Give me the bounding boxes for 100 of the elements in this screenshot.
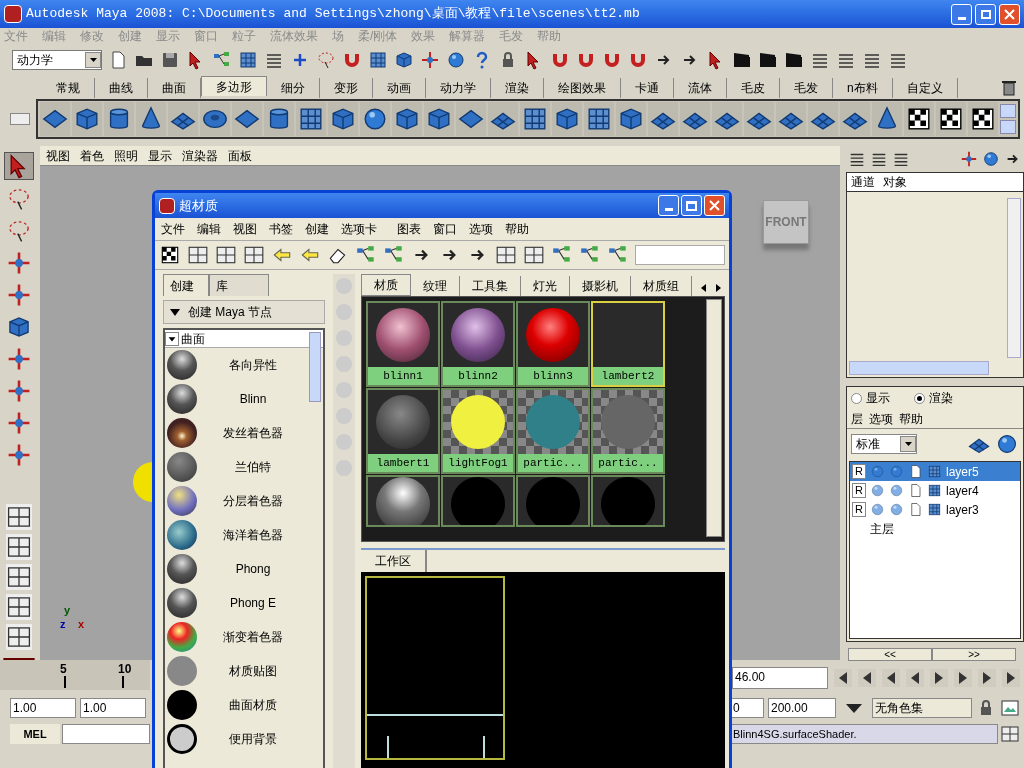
shader-node-item[interactable]: 曲面材质 — [165, 688, 309, 722]
document-icon[interactable] — [908, 502, 923, 517]
material-swatch[interactable]: partic... — [591, 388, 665, 474]
material-swatch[interactable]: lambert1 — [366, 388, 440, 474]
cube-icon[interactable] — [394, 50, 414, 70]
command-language-label[interactable]: MEL — [10, 724, 60, 744]
menu-item[interactable]: 窗口 — [433, 220, 457, 238]
layout-icon[interactable] — [243, 244, 265, 266]
render-toggle[interactable]: R — [852, 502, 866, 517]
layer-menu-item[interactable]: 选项 — [869, 409, 893, 428]
search-field[interactable] — [635, 245, 725, 265]
layout-icon[interactable] — [523, 244, 545, 266]
close-icon[interactable] — [1004, 8, 1015, 20]
range-start-field[interactable]: 1.00 — [10, 698, 76, 718]
grid-icon[interactable] — [368, 50, 388, 70]
layout-icon[interactable] — [1000, 724, 1020, 744]
close-icon[interactable] — [709, 200, 720, 211]
panel-menu-item[interactable]: 显示 — [148, 146, 172, 165]
layer-row[interactable]: R layer5 — [850, 462, 1020, 481]
move-icon[interactable] — [6, 410, 32, 436]
category-label[interactable]: 曲面 — [181, 329, 205, 348]
timeline-ruler[interactable]: 5 10 — [0, 660, 150, 690]
move-icon[interactable] — [420, 50, 440, 70]
panel-tab[interactable]: 创建 — [163, 274, 209, 296]
layout-icon[interactable] — [6, 534, 32, 560]
layout-icon[interactable] — [187, 244, 209, 266]
layer-menu-item[interactable]: 层 — [851, 409, 863, 428]
skip-forward-icon[interactable] — [1002, 669, 1020, 687]
panel-menu-item[interactable]: 着色 — [80, 146, 104, 165]
material-swatch[interactable]: blinn1 — [366, 301, 440, 387]
lasso-icon[interactable] — [6, 186, 32, 212]
save-icon[interactable] — [160, 50, 180, 70]
shader-node-item[interactable]: 各向异性 — [165, 348, 309, 382]
create-maya-nodes-button[interactable]: 创建 Maya 节点 — [163, 300, 325, 324]
layout-icon[interactable] — [6, 564, 32, 590]
menu-set-dropdown[interactable]: 动力学 — [12, 50, 102, 70]
scrollbar[interactable] — [1007, 198, 1021, 358]
layer-type-dropdown[interactable]: 标准 — [851, 434, 917, 454]
dropdown-arrow-icon[interactable] — [904, 442, 912, 446]
radio-button[interactable]: 渲染 — [914, 389, 953, 407]
grid-icon[interactable] — [927, 483, 942, 498]
cube-icon[interactable] — [6, 314, 32, 340]
material-swatch[interactable]: lambert2 — [591, 301, 665, 387]
restore-button[interactable] — [975, 3, 996, 25]
play-back-icon[interactable] — [906, 669, 924, 687]
collapse-icon[interactable] — [170, 308, 180, 316]
sphere-icon[interactable] — [982, 150, 1000, 168]
maximize-button[interactable] — [681, 195, 702, 216]
move-icon[interactable] — [960, 150, 978, 168]
shader-tab[interactable]: 材质 — [361, 274, 411, 296]
key-back-icon[interactable] — [882, 669, 900, 687]
lasso-icon[interactable] — [316, 50, 336, 70]
sphere-icon[interactable] — [446, 50, 466, 70]
layout-icon[interactable] — [6, 624, 32, 650]
move-icon[interactable] — [6, 250, 32, 276]
dropdown-arrow-icon[interactable] — [844, 702, 864, 714]
menu-item[interactable]: 选项 — [469, 220, 493, 238]
scrollbar[interactable] — [849, 361, 989, 375]
command-field[interactable] — [62, 724, 150, 744]
shader-node-item[interactable]: 材质贴图 — [165, 654, 309, 688]
playback-end-field[interactable]: 0 — [730, 698, 764, 718]
shader-node-item[interactable]: Phong — [165, 552, 309, 586]
step-forward-icon[interactable] — [978, 669, 996, 687]
move-icon[interactable] — [6, 282, 32, 308]
skip-back-icon[interactable] — [834, 669, 852, 687]
clapper-icon[interactable] — [732, 50, 752, 70]
key-forward-icon[interactable] — [954, 669, 972, 687]
document-icon[interactable] — [908, 464, 923, 479]
image-icon[interactable] — [1000, 698, 1020, 718]
step-back-icon[interactable] — [858, 669, 876, 687]
material-swatch[interactable] — [441, 475, 515, 527]
material-swatch[interactable] — [366, 475, 440, 527]
shader-node-item[interactable]: 分层着色器 — [165, 484, 309, 518]
material-swatch[interactable] — [591, 475, 665, 527]
lasso-icon[interactable] — [6, 218, 32, 244]
shelf-tab[interactable]: 多边形 — [201, 76, 267, 96]
panel-menu-item[interactable]: 渲染器 — [182, 146, 218, 165]
scrollbar[interactable] — [309, 332, 321, 402]
grid-icon[interactable] — [238, 50, 258, 70]
material-swatch[interactable]: blinn2 — [441, 301, 515, 387]
shader-node-item[interactable]: 兰伯特 — [165, 450, 309, 484]
menu-item[interactable]: 视图 — [233, 220, 257, 238]
menu-item[interactable]: 创建 — [305, 220, 329, 238]
move-icon[interactable] — [6, 378, 32, 404]
checker-icon[interactable] — [159, 244, 181, 266]
render-toggle[interactable]: R — [852, 483, 866, 498]
panel-menu-item[interactable]: 照明 — [114, 146, 138, 165]
grid-icon[interactable] — [927, 502, 942, 517]
panel-tab[interactable]: 库 — [209, 274, 269, 296]
menu-item[interactable]: 选项卡 — [341, 220, 377, 238]
clapper-icon[interactable] — [784, 50, 804, 70]
layout-icon[interactable] — [215, 244, 237, 266]
character-set-field[interactable]: 无角色集 — [872, 698, 972, 718]
layer-menu-item[interactable]: 帮助 — [899, 409, 923, 428]
sphere-icon[interactable] — [995, 432, 1019, 456]
range-end-field[interactable]: 200.00 — [768, 698, 836, 718]
scrollbar[interactable] — [706, 299, 722, 537]
work-area[interactable] — [361, 572, 725, 768]
menu-item[interactable]: 帮助 — [505, 220, 529, 238]
layer-row[interactable]: R layer3 — [850, 500, 1020, 519]
